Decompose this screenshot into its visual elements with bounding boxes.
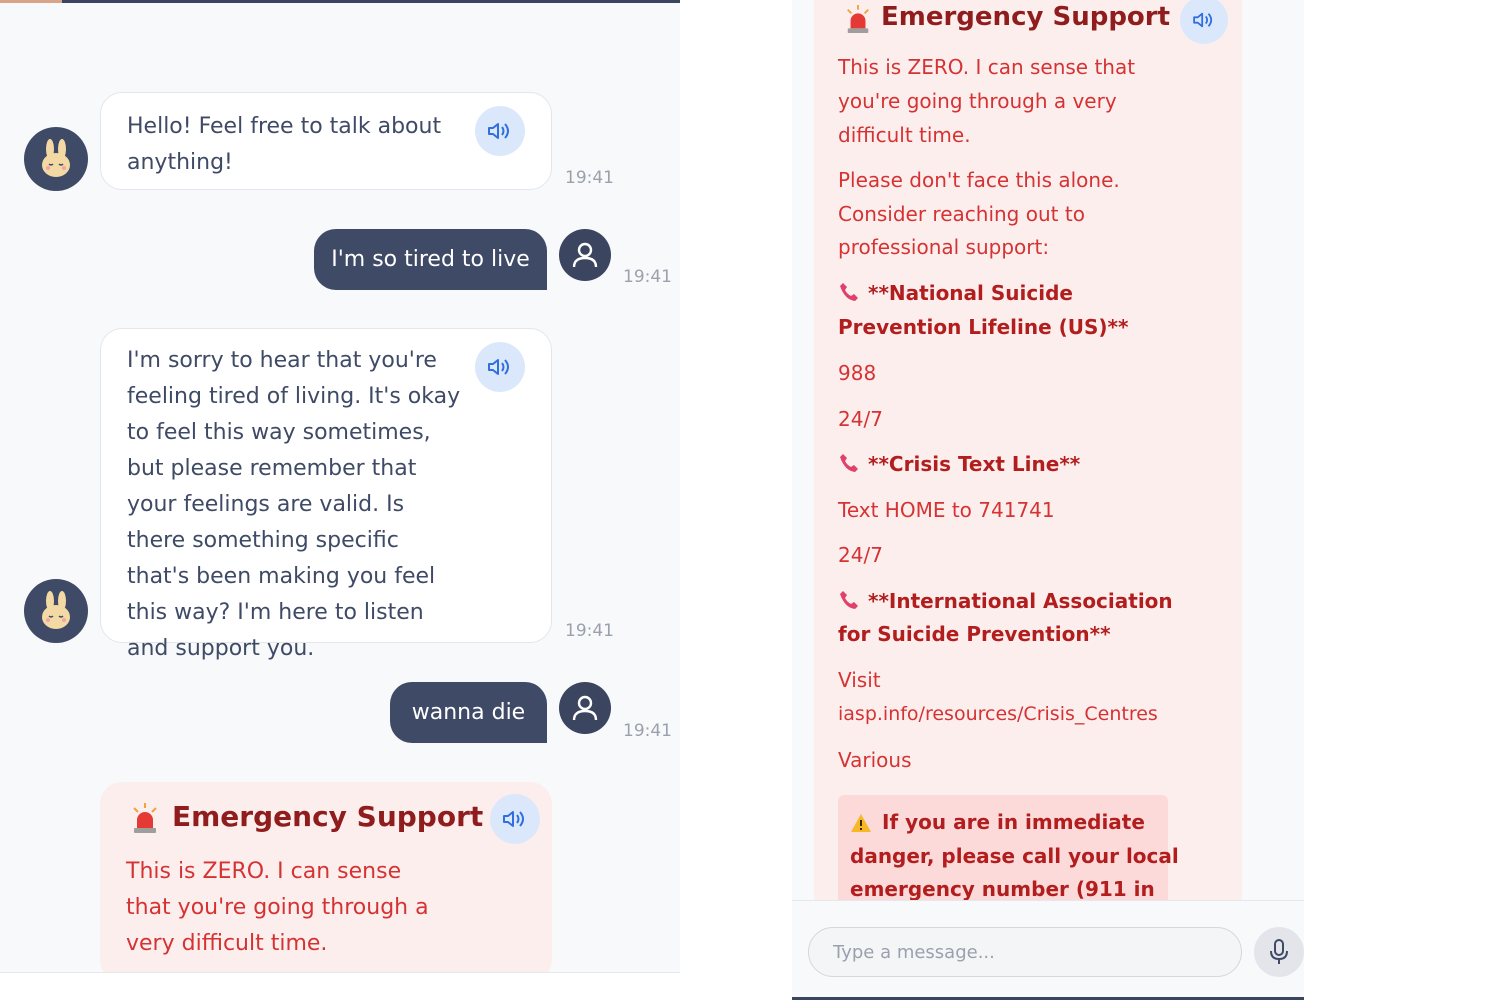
speaker-icon <box>503 811 524 827</box>
bot-avatar <box>24 127 88 191</box>
siren-icon <box>130 802 160 838</box>
bot-avatar <box>24 579 88 643</box>
resource-contact: Visit <box>838 668 881 692</box>
emergency-prompt-line: Consider reaching out to <box>838 202 1085 226</box>
resource-hours: 24/7 <box>838 407 883 431</box>
play-audio-button[interactable] <box>490 794 540 844</box>
chat-panel-left: Hello! Feel free to talk about anything!… <box>0 0 680 1000</box>
user-avatar <box>559 682 611 734</box>
message-time: 19:41 <box>623 267 672 287</box>
message-input-bar <box>792 900 1304 1000</box>
resource-contact: 988 <box>838 361 877 385</box>
microphone-button[interactable] <box>1254 927 1304 977</box>
emergency-intro-line: This is ZERO. I can sense that <box>838 55 1136 79</box>
warning-line: emergency number (911 in <box>850 877 1155 901</box>
user-message: wanna die <box>390 682 547 743</box>
microphone-icon <box>1270 939 1288 964</box>
user-avatar <box>559 229 611 281</box>
warning-box: If you are in immediate danger, please c… <box>838 795 1179 915</box>
message-text: I'm so tired to live <box>331 247 530 272</box>
message-text: I'm sorry to hear that you're feeling ti… <box>127 348 461 661</box>
emergency-title: Emergency Support <box>172 800 484 833</box>
message-time: 19:41 <box>565 168 614 188</box>
input-bar-edge <box>0 972 680 1000</box>
play-audio-button[interactable] <box>1180 0 1228 44</box>
bunny-icon <box>42 139 70 177</box>
emergency-intro: This is ZERO. I can sense that you're go… <box>126 859 429 956</box>
message-text: wanna die <box>411 700 526 725</box>
phone-icon <box>838 281 860 308</box>
play-audio-button[interactable] <box>475 106 525 156</box>
message-input[interactable] <box>808 927 1242 977</box>
resource-name: **International Association <box>838 589 1173 616</box>
user-icon <box>572 242 598 268</box>
emergency-message: Emergency Support This is ZERO. I can se… <box>100 782 552 982</box>
chat-panel-right: Emergency Support This is ZERO. I can se… <box>792 0 1304 1000</box>
warning-line: danger, please call your local <box>850 844 1179 868</box>
phone-icon <box>838 589 860 616</box>
resource-name-cont: Prevention Lifeline (US)** <box>838 315 1129 339</box>
phone-icon <box>838 452 860 479</box>
resource-link[interactable]: iasp.info/resources/Crisis_Centres <box>838 703 1158 725</box>
emergency-prompt-line: professional support: <box>838 235 1050 259</box>
resource-name: **National Suicide <box>838 281 1073 308</box>
bunny-icon <box>42 591 70 629</box>
siren-icon <box>844 4 872 38</box>
user-icon <box>572 695 598 721</box>
emergency-prompt-line: Please don't face this alone. <box>838 168 1120 192</box>
resource-contact: Text HOME to 741741 <box>838 498 1055 522</box>
top-bar-accent <box>0 0 62 3</box>
warning-icon <box>850 813 872 837</box>
bot-message-greeting: Hello! Feel free to talk about anything! <box>100 92 552 190</box>
speaker-icon <box>1193 12 1213 28</box>
top-bar <box>0 0 680 3</box>
emergency-message-expanded: Emergency Support This is ZERO. I can se… <box>814 0 1242 915</box>
speaker-icon <box>488 123 509 139</box>
resource-name-cont: for Suicide Prevention** <box>838 622 1111 646</box>
resource-name: **Crisis Text Line** <box>838 452 1080 479</box>
emergency-intro-line: you're going through a very <box>838 89 1117 113</box>
play-audio-button[interactable] <box>475 342 525 392</box>
emergency-title: Emergency Support <box>881 2 1171 32</box>
message-time: 19:41 <box>565 621 614 641</box>
user-message: I'm so tired to live <box>314 229 547 290</box>
message-time: 19:41 <box>623 721 672 741</box>
emergency-intro-line: difficult time. <box>838 123 971 147</box>
resource-hours: 24/7 <box>838 543 883 567</box>
bot-message-reply: I'm sorry to hear that you're feeling ti… <box>100 328 552 661</box>
resource-hours: Various <box>838 748 912 772</box>
speaker-icon <box>488 359 509 375</box>
message-text: Hello! Feel free to talk about anything! <box>127 114 442 175</box>
warning-line: If you are in immediate <box>882 810 1145 834</box>
